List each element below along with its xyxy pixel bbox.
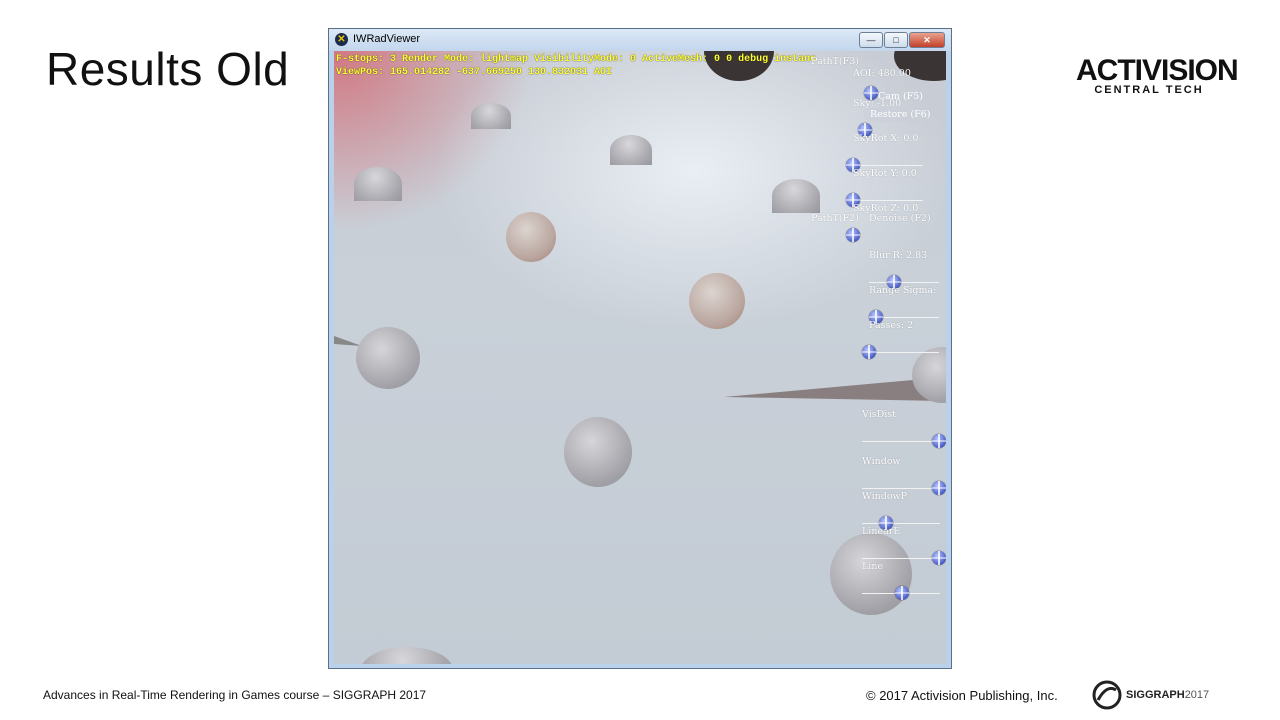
- windowp-slider[interactable]: [862, 523, 940, 524]
- footer-copyright: © 2017 Activision Publishing, Inc.: [866, 688, 1058, 703]
- siggraph-icon: [1092, 680, 1122, 710]
- dome-upper-center: [610, 135, 652, 165]
- sphere-left: [356, 327, 420, 389]
- close-button[interactable]: ✕: [909, 32, 945, 48]
- sphere-center: [564, 417, 632, 487]
- dome-bottom-left: [361, 647, 453, 664]
- sphere-right-warm: [689, 273, 745, 329]
- passes-label: Passes: 2: [869, 320, 914, 331]
- sphere-center-small: [506, 212, 556, 262]
- hud-status-line: F-stops: 3 Render Mode: lightmap Visibil…: [336, 54, 817, 65]
- patht-f2-label[interactable]: PathT(F2): [811, 213, 859, 224]
- blur-r-label: Blur R: 2.83: [869, 250, 928, 261]
- range-sigma-label: Range Sigma:: [869, 285, 937, 296]
- windowp-label: WindowP: [862, 491, 908, 502]
- slide-title: Results Old: [46, 43, 290, 95]
- dome-top-left: [471, 103, 511, 129]
- skyrot-y-slider[interactable]: [853, 200, 923, 201]
- dome-right: [772, 179, 820, 213]
- passes-slider[interactable]: [869, 352, 939, 353]
- skyrot-y-label: SkyRot Y: 0.0: [853, 168, 917, 179]
- skyrot-x-label: SkyRot X: 0.0: [853, 133, 919, 144]
- blur-r-slider[interactable]: [869, 282, 939, 283]
- lineare-knob[interactable]: [932, 551, 946, 565]
- activision-logo: ACTIVISION CENTRAL TECH: [1076, 54, 1239, 97]
- patht-f3-label[interactable]: PathT(F3): [811, 56, 859, 67]
- lineare-slider[interactable]: [862, 558, 940, 559]
- skyrot-x-slider[interactable]: [853, 165, 923, 166]
- logo-main-text: ACTIVISION: [1076, 54, 1239, 87]
- window-label: Window: [862, 456, 901, 467]
- skyrot-z-knob[interactable]: [846, 228, 860, 242]
- window-titlebar[interactable]: ✕ IWRadViewer — □ ✕: [329, 29, 951, 51]
- aoi-label: AOI: 480.00: [853, 68, 911, 79]
- app-window: ✕ IWRadViewer — □ ✕ F-stops: 3 Render Mo…: [328, 28, 952, 669]
- visdist-label: VisDist: [862, 409, 896, 420]
- window-slider[interactable]: [862, 488, 940, 489]
- render-viewport[interactable]: F-stops: 3 Render Mode: lightmap Visibil…: [334, 51, 946, 664]
- sphere-bottom-right: [830, 533, 912, 615]
- maximize-button[interactable]: □: [884, 32, 908, 48]
- visdist-slider[interactable]: [862, 441, 940, 442]
- visdist-knob[interactable]: [932, 434, 946, 448]
- line-label: Line: [862, 561, 884, 572]
- passes-knob[interactable]: [862, 345, 876, 359]
- line-knob[interactable]: [895, 586, 909, 600]
- siggraph-year: 2017: [1184, 689, 1210, 701]
- window-title: IWRadViewer: [353, 33, 421, 45]
- siggraph-text: SIGGRAPH2017: [1126, 689, 1209, 701]
- lineare-label: LinearE: [862, 526, 901, 537]
- restore-f6-button[interactable]: Restore (F6): [864, 108, 937, 122]
- app-icon: ✕: [335, 33, 348, 46]
- dome-left: [354, 167, 402, 201]
- window-knob[interactable]: [932, 481, 946, 495]
- denoise-f2-label[interactable]: Denoise (F2): [869, 213, 931, 224]
- siggraph-main: SIGGRAPH: [1126, 689, 1185, 701]
- siggraph-logo: SIGGRAPH2017: [1092, 680, 1209, 710]
- window-controls: — □ ✕: [858, 32, 945, 48]
- minimize-button[interactable]: —: [859, 32, 883, 48]
- hud-viewpos-line: ViewPos: 165.014282 -637.669250 130.8320…: [336, 67, 613, 78]
- logo-sub-text: CENTRAL TECH: [1094, 84, 1204, 96]
- footer-course-text: Advances in Real-Time Rendering in Games…: [43, 688, 427, 702]
